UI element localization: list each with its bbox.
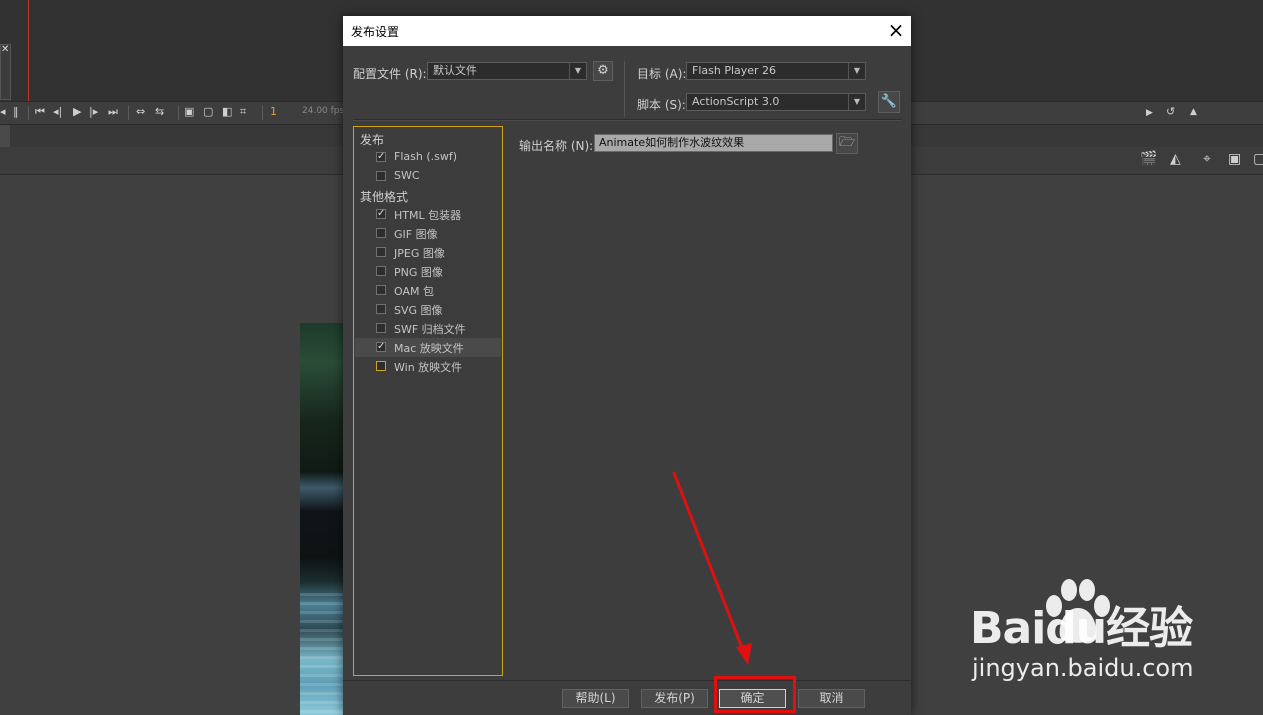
publish-category: 发布 (360, 133, 385, 147)
list-item-png[interactable]: PNG 图像 (355, 262, 501, 281)
center-frame-icon[interactable]: ↺ (1166, 105, 1175, 119)
script-select[interactable]: ActionScript 3.0 ▼ (686, 93, 866, 111)
modify-markers-icon[interactable]: ⌗ (240, 105, 246, 119)
list-item-mac-projector[interactable]: ✓ Mac 放映文件 (355, 338, 501, 357)
svg-label: SVG 图像 (394, 304, 443, 317)
format-list: 发布 ✓ Flash (.swf) SWC 其他格式 ✓ HTML 包装器 GI… (353, 126, 503, 676)
jpeg-label: JPEG 图像 (394, 247, 445, 260)
watermark-url: jingyan.baidu.com (972, 654, 1194, 682)
fps-readout[interactable]: 24.00 fps (302, 106, 344, 116)
profile-settings-button[interactable]: ⚙ (593, 61, 613, 81)
list-item-swc[interactable]: SWC (355, 167, 501, 186)
footer-separator (343, 680, 911, 681)
watermark-brand: Baidu经验 (970, 603, 1193, 654)
target-value: Flash Player 26 (692, 64, 777, 77)
gif-checkbox[interactable] (376, 228, 386, 238)
list-item-gif[interactable]: GIF 图像 (355, 224, 501, 243)
list-item-html[interactable]: ✓ HTML 包装器 (355, 205, 501, 224)
mac-projector-label: Mac 放映文件 (394, 342, 464, 355)
first-frame-icon[interactable]: ⏮ (35, 105, 45, 119)
gif-label: GIF 图像 (394, 228, 438, 241)
svg-checkbox[interactable] (376, 304, 386, 314)
swf-archive-label: SWF 归档文件 (394, 323, 466, 336)
swc-label: SWC (394, 169, 420, 182)
oam-label: OAM 包 (394, 285, 434, 298)
last-frame-icon[interactable]: ⏭ (108, 105, 118, 119)
chevron-down-icon: ▼ (848, 63, 865, 79)
fit-icon[interactable]: ▢ (1253, 151, 1263, 167)
onion-icon[interactable]: ⇆ (155, 105, 164, 119)
script-value: ActionScript 3.0 (692, 95, 780, 108)
gear-icon: ⚙ (597, 63, 609, 78)
edit-frames-icon[interactable]: ◧ (222, 105, 232, 119)
close-icon[interactable]: ✕ (1, 44, 9, 55)
png-checkbox[interactable] (376, 266, 386, 276)
jpeg-checkbox[interactable] (376, 247, 386, 257)
clip-icon[interactable]: ▣ (1228, 151, 1241, 167)
ok-highlight-box (714, 676, 796, 713)
loop-icon[interactable]: ⇔ (136, 105, 145, 119)
onion-outline-icon[interactable]: ▢ (203, 105, 213, 119)
swf-archive-checkbox[interactable] (376, 323, 386, 333)
output-name-label: 输出名称 (N): (519, 139, 594, 153)
png-label: PNG 图像 (394, 266, 443, 279)
profile-value: 默认文件 (433, 64, 477, 77)
chevron-down-icon: ▼ (848, 94, 865, 110)
folder-icon: 🗁 (838, 135, 856, 150)
browse-button[interactable]: 🗁 (836, 133, 858, 154)
onion-skin-icon[interactable]: ▣ (184, 105, 194, 119)
swc-checkbox[interactable] (376, 171, 386, 181)
document-tab[interactable] (0, 125, 10, 147)
list-item-win-projector[interactable]: Win 放映文件 (355, 357, 501, 376)
annotation-arrow (672, 471, 752, 665)
list-item-svg[interactable]: SVG 图像 (355, 300, 501, 319)
html-label: HTML 包装器 (394, 209, 462, 222)
chevron-down-icon: ▼ (569, 63, 586, 79)
dialog-title: 发布设置 (351, 25, 400, 39)
play-icon[interactable]: ▶ (73, 105, 81, 119)
pause-icon[interactable]: ‖ (13, 105, 19, 119)
wrench-icon: 🔧 (880, 94, 898, 109)
dialog-titlebar: 发布设置 × (343, 16, 911, 46)
cancel-button[interactable]: 取消 (798, 689, 865, 708)
profile-label: 配置文件 (R): (353, 67, 427, 81)
list-item-swf-archive[interactable]: SWF 归档文件 (355, 319, 501, 338)
help-button[interactable]: 帮助(L) (562, 689, 629, 708)
step-back-icon[interactable]: ◂| (53, 105, 62, 119)
win-projector-label: Win 放映文件 (394, 361, 463, 374)
profile-select[interactable]: 默认文件 ▼ (427, 62, 587, 80)
center-stage-icon[interactable]: ⌖ (1203, 151, 1211, 167)
clapper-icon[interactable]: 🎬 (1140, 151, 1157, 167)
list-item-flash[interactable]: ✓ Flash (.swf) (355, 148, 501, 167)
script-label: 脚本 (S): (637, 98, 686, 112)
output-name-field[interactable]: Animate如何制作水波纹效果 (594, 134, 833, 152)
stage-photo (300, 323, 344, 715)
script-settings-button[interactable]: 🔧 (878, 91, 900, 113)
list-item-oam[interactable]: OAM 包 (355, 281, 501, 300)
flash-label: Flash (.swf) (394, 150, 458, 163)
flash-checkbox[interactable]: ✓ (376, 152, 386, 162)
scroll-right-icon[interactable]: ▶ (1146, 106, 1153, 120)
panel-tab[interactable]: ✕ (0, 44, 11, 100)
rotate-icon[interactable]: ◭ (1170, 151, 1181, 167)
publish-settings-dialog: 发布设置 × 配置文件 (R): 默认文件 ▼ ⚙ 目标 (A): Flash … (343, 16, 911, 715)
prev-icon[interactable]: ◂ (0, 105, 6, 119)
target-label: 目标 (A): (637, 67, 687, 81)
oam-checkbox[interactable] (376, 285, 386, 295)
step-forward-icon[interactable]: |▸ (89, 105, 98, 119)
other-formats-category: 其他格式 (360, 190, 409, 204)
win-projector-checkbox[interactable] (376, 361, 386, 371)
close-icon[interactable]: × (881, 16, 911, 46)
playhead[interactable] (28, 0, 29, 101)
publish-button[interactable]: 发布(P) (641, 689, 708, 708)
frame-number: 1 (270, 105, 277, 118)
header-separator (353, 119, 901, 121)
baidu-watermark: Baidu经验 jingyan.baidu.com (968, 578, 1248, 698)
header-divider (624, 61, 625, 117)
list-item-jpeg[interactable]: JPEG 图像 (355, 243, 501, 262)
target-select[interactable]: Flash Player 26 ▼ (686, 62, 866, 80)
collapse-icon[interactable]: ▲ (1190, 105, 1197, 119)
html-checkbox[interactable]: ✓ (376, 209, 386, 219)
mac-projector-checkbox[interactable]: ✓ (376, 342, 386, 352)
